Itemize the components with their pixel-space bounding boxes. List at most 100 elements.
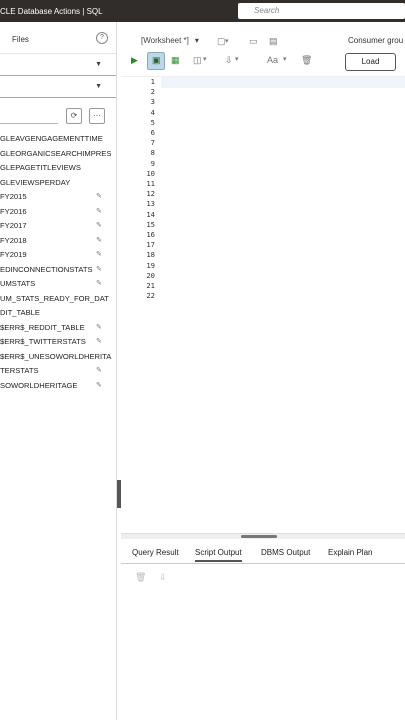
editor-output-splitter[interactable] bbox=[121, 533, 405, 539]
tree-item[interactable]: FY2017 ✎ bbox=[0, 219, 116, 234]
line-number: 22 bbox=[146, 291, 155, 301]
explain-plan-icon[interactable]: ▦ bbox=[171, 55, 180, 66]
object-search-input[interactable] bbox=[0, 108, 58, 124]
line-number: 3 bbox=[150, 97, 155, 107]
worksheet-tabbar: [Worksheet *] ▾ ▢ ▾ ▭ ▤ Consumer grou bbox=[121, 34, 405, 50]
tree-item[interactable]: UM_STATS_READY_FOR_DAT bbox=[0, 292, 116, 307]
tree-item[interactable]: DIT_TABLE bbox=[0, 306, 116, 321]
line-number: 1 bbox=[150, 77, 155, 86]
chevron-down-icon[interactable]: ▾ bbox=[235, 55, 239, 63]
pin-icon: ✎ bbox=[96, 207, 102, 215]
tree-item-label: GLEAVGENGAGEMENTTIME bbox=[0, 134, 103, 143]
tree-item[interactable]: $ERR$_UNESOWORLDHERITA bbox=[0, 350, 116, 365]
tree-item[interactable]: FY2016 ✎ bbox=[0, 205, 116, 220]
object-type-select[interactable]: ▼ bbox=[0, 80, 116, 98]
line-number: 11 bbox=[146, 179, 155, 188]
tree-item[interactable]: TERSTATS ✎ bbox=[0, 364, 116, 379]
tree-item-label: GLEVIEWSPERDAY bbox=[0, 177, 71, 187]
tree-item-label: DIT_TABLE bbox=[0, 308, 40, 317]
worksheet-panel: [Worksheet *] ▾ ▢ ▾ ▭ ▤ Consumer grou ▶ ▣… bbox=[121, 22, 405, 720]
navigator-toolbar: ⟳ ⋯ bbox=[0, 104, 116, 130]
help-icon[interactable]: ? bbox=[96, 32, 108, 44]
tree-item-label: $ERR$_REDDIT_TABLE bbox=[0, 322, 85, 332]
tree-item-label: GLEORGANICSEARCHIMPRES bbox=[0, 148, 112, 158]
line-number: 10 bbox=[146, 168, 155, 178]
line-number: 21 bbox=[146, 281, 155, 290]
load-button[interactable]: Load bbox=[345, 53, 396, 71]
worksheet-tab[interactable]: [Worksheet *] ▾ bbox=[141, 36, 199, 45]
tree-item[interactable]: FY2015 ✎ bbox=[0, 190, 116, 205]
tree-item-label: FY2016 bbox=[0, 206, 27, 216]
save-icon[interactable]: ▤ bbox=[269, 36, 278, 47]
output-tabbar: Query Result Script Output DBMS Output Expl… bbox=[121, 544, 405, 564]
tree-item[interactable]: FY2018 ✎ bbox=[0, 234, 116, 249]
run-script-icon: ▣ bbox=[152, 55, 161, 65]
pin-icon: ✎ bbox=[96, 280, 102, 287]
output-tab-explain-plan[interactable]: Explain Plan bbox=[328, 548, 372, 557]
autotrace-icon[interactable]: ◫ bbox=[193, 55, 202, 66]
tree-item-label: UMSTATS bbox=[0, 279, 36, 288]
tree-item[interactable]: GLEVIEWSPERDAY bbox=[0, 176, 116, 191]
sql-editor[interactable]: 12345678910111213141516171819202122 SELE… bbox=[121, 76, 405, 537]
tree-item-label: $ERR$_UNESOWORLDHERITA bbox=[0, 351, 112, 361]
line-number: 5 bbox=[150, 117, 155, 127]
line-number: 2 bbox=[150, 87, 155, 97]
tree-item-label: FY2015 bbox=[0, 192, 27, 201]
refresh-icon[interactable]: ⟳ bbox=[66, 108, 82, 124]
line-number: 19 bbox=[146, 260, 155, 270]
pin-icon: ✎ bbox=[96, 265, 102, 273]
navigator-panel: Files ? ▼ ▼ ⟳ ⋯ GLEAVGENGAGEMENTTIME GLEO… bbox=[0, 22, 117, 720]
output-tab-dbms-output[interactable]: DBMS Output bbox=[261, 548, 310, 557]
pin-icon: ✎ bbox=[96, 193, 102, 200]
chevron-down-icon[interactable]: ▾ bbox=[225, 37, 229, 45]
tree-item-label: UM_STATS_READY_FOR_DAT bbox=[0, 293, 109, 303]
download-output-icon[interactable]: ⇩ bbox=[159, 572, 167, 582]
worksheet-toolbar: ▶ ▣ ▦ ◫ ▾ ⇩ ▾ Aa ▾ 🗑 Load bbox=[121, 52, 405, 71]
line-number: 6 bbox=[150, 128, 155, 137]
output-tab-script-output[interactable]: Script Output bbox=[195, 548, 242, 562]
clear-output-icon[interactable]: 🗑 bbox=[135, 572, 146, 582]
tree-item-label: EDINCONNECTIONSTATS bbox=[0, 264, 93, 274]
format-icon[interactable]: Aa bbox=[267, 55, 278, 65]
trash-icon[interactable]: 🗑 bbox=[301, 55, 312, 66]
schema-select[interactable]: ▼ bbox=[0, 58, 116, 76]
output-tab-query-result[interactable]: Query Result bbox=[132, 548, 179, 557]
line-number: 8 bbox=[150, 148, 155, 158]
pin-icon: ✎ bbox=[96, 251, 102, 258]
chevron-down-icon[interactable]: ▾ bbox=[195, 36, 199, 45]
line-number: 15 bbox=[146, 219, 155, 229]
line-number-gutter: 1 2 3 4 5 6 7 8 9 10 11 12 13 14 15 16 17 18 19 20 21 22 bbox=[121, 77, 157, 537]
tree-item[interactable]: $ERR$_REDDIT_TABLE ✎ bbox=[0, 321, 116, 336]
chevron-down-icon[interactable]: ▾ bbox=[203, 55, 207, 63]
line-number: 7 bbox=[150, 138, 155, 148]
pin-icon: ✎ bbox=[96, 367, 102, 374]
chevron-down-icon[interactable]: ▾ bbox=[283, 55, 287, 63]
open-folder-icon[interactable]: ▭ bbox=[249, 36, 258, 47]
tree-item[interactable]: $ERR$_TWITTERSTATS ✎ bbox=[0, 335, 116, 350]
search-input[interactable]: Search bbox=[238, 3, 405, 19]
line-number: 17 bbox=[146, 240, 155, 250]
tree-item[interactable]: GLEORGANICSEARCHIMPRES bbox=[0, 147, 116, 162]
tree-item[interactable]: GLEAVGENGAGEMENTTIME bbox=[0, 132, 116, 147]
line-number: 18 bbox=[146, 250, 155, 260]
run-script-button[interactable]: ▣ bbox=[147, 52, 165, 70]
download-icon[interactable]: ⇩ bbox=[225, 55, 233, 66]
splitter-grip[interactable] bbox=[241, 535, 277, 538]
object-tree: GLEAVGENGAGEMENTTIME GLEORGANICSEARCHIMPR… bbox=[0, 132, 116, 393]
tree-item-label: FY2018 bbox=[0, 235, 27, 245]
chevron-down-icon: ▼ bbox=[95, 83, 102, 90]
output-toolbar: 🗑 ⇩ bbox=[135, 572, 177, 583]
run-statement-icon[interactable]: ▶ bbox=[131, 55, 138, 66]
tree-item[interactable]: SOWORLDHERITAGE ✎ bbox=[0, 379, 116, 394]
consumer-group-select[interactable]: Consumer grou bbox=[348, 36, 403, 45]
chevron-down-icon: ▼ bbox=[95, 61, 102, 68]
tree-item[interactable]: GLEPAGETITLEVIEWS bbox=[0, 161, 116, 176]
tree-item[interactable]: FY2019 ✎ bbox=[0, 248, 116, 263]
line-number: 20 bbox=[146, 270, 155, 280]
tree-item[interactable]: EDINCONNECTIONSTATS ✎ bbox=[0, 263, 116, 278]
line-number: 13 bbox=[146, 199, 155, 209]
files-tab[interactable]: Files bbox=[12, 35, 29, 44]
tree-item[interactable]: UMSTATS ✎ bbox=[0, 277, 116, 292]
more-options-icon[interactable]: ⋯ bbox=[89, 108, 105, 124]
pin-icon: ✎ bbox=[96, 222, 102, 229]
